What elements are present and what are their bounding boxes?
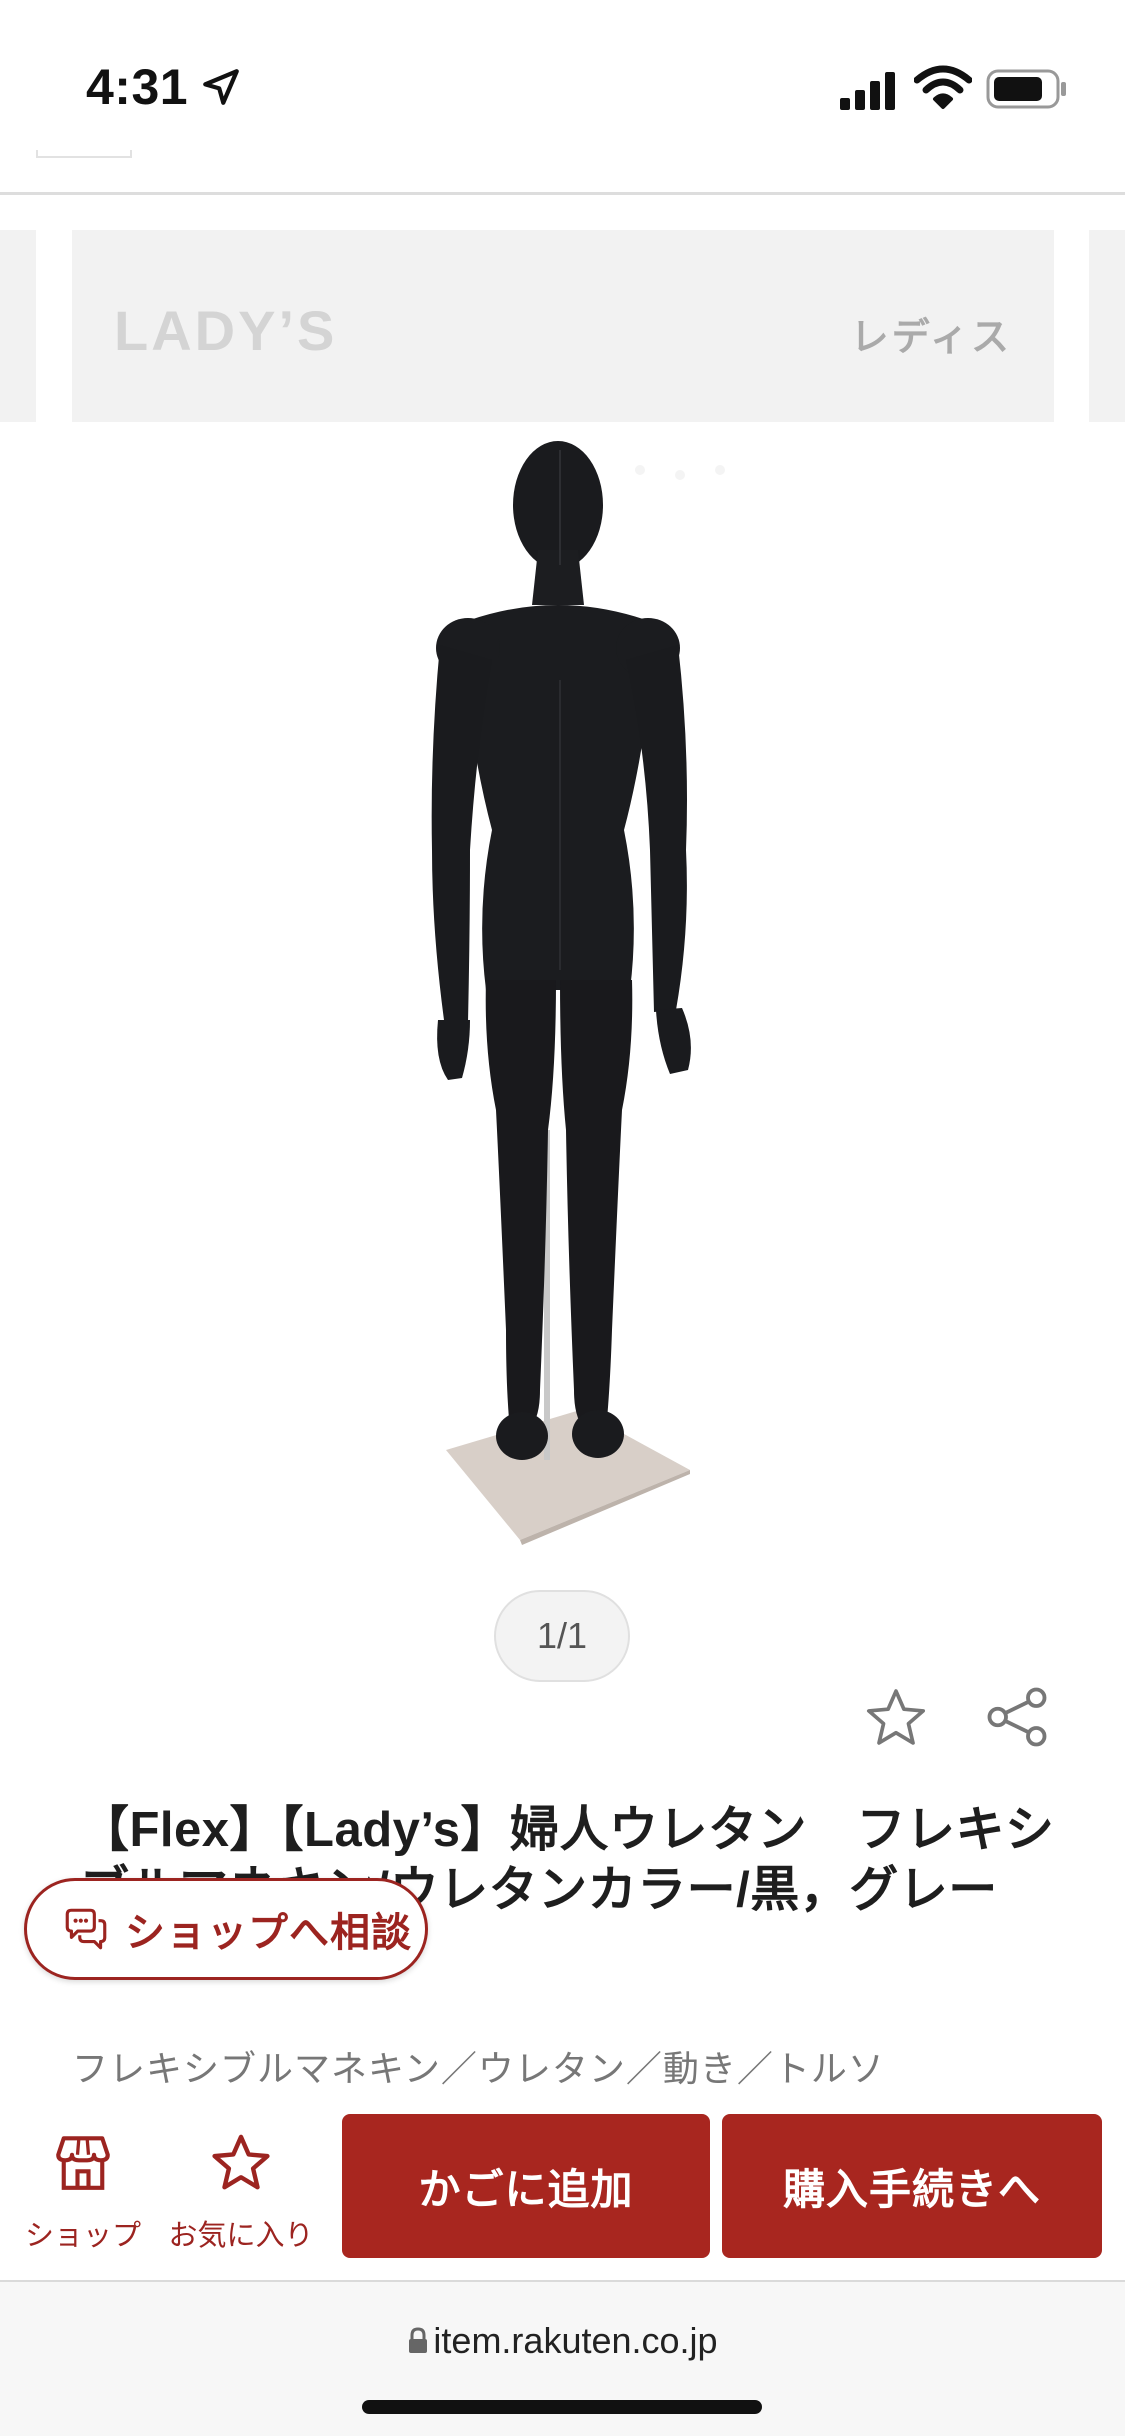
browser-url-bar[interactable]: item.rakuten.co.jp [0,2280,1125,2436]
wifi-icon [914,65,972,109]
category-banner[interactable]: LADY’S レディス [72,230,1054,422]
mannequin-image[interactable] [0,430,1125,1580]
favorite-nav-label: お気に入り [168,2220,314,2252]
shop-nav-button[interactable]: ショップ [18,2130,148,2260]
shop-nav-label: ショップ [24,2220,141,2252]
bottom-action-bar: ショップ お気に入り かごに追加 購入手続きへ [0,2100,1125,2280]
battery-icon [986,69,1066,109]
url-display[interactable]: item.rakuten.co.jp [0,2320,1125,2362]
status-time: 4:31 [86,59,189,115]
cellular-signal-icon [840,72,895,110]
image-counter: 1/1 [494,1590,630,1682]
favorite-nav-button[interactable]: お気に入り [166,2130,316,2260]
share-icon[interactable] [984,1684,1050,1750]
star-icon [212,2134,270,2190]
header-divider [0,192,1125,195]
url-text: item.rakuten.co.jp [433,2320,718,2361]
home-indicator [362,2400,762,2414]
checkout-button[interactable]: 購入手続きへ [722,2114,1102,2258]
product-tags[interactable]: フレキシブルマネキン／ウレタン／動き／トルソ [72,2040,885,2092]
banner-label-en: LADY’S [114,299,338,362]
star-outline-icon[interactable] [862,1684,930,1752]
chat-bubble-icon [65,1908,107,1950]
header-remnant [36,150,132,158]
shop-storefront-icon [56,2136,110,2190]
status-bar: 4:31 [0,0,1125,150]
location-arrow-icon [203,69,239,105]
banner-label-ja: レディス [850,317,1012,359]
shop-consult-button[interactable]: ショップへ相談 [24,1878,428,1980]
lock-icon [409,2327,428,2353]
banner-next-slide[interactable] [1089,230,1125,422]
add-to-cart-button[interactable]: かごに追加 [342,2114,710,2258]
banner-prev-slide[interactable] [0,230,36,422]
shop-consult-label: ショップへ相談 [125,1911,412,1955]
